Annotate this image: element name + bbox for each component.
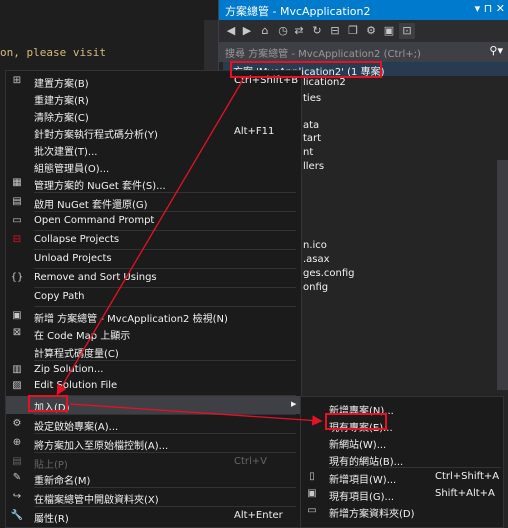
arrow-solution-to-add <box>56 77 245 396</box>
arrow-add-to-existing-project <box>69 403 323 426</box>
annotation-arrows <box>56 77 323 426</box>
